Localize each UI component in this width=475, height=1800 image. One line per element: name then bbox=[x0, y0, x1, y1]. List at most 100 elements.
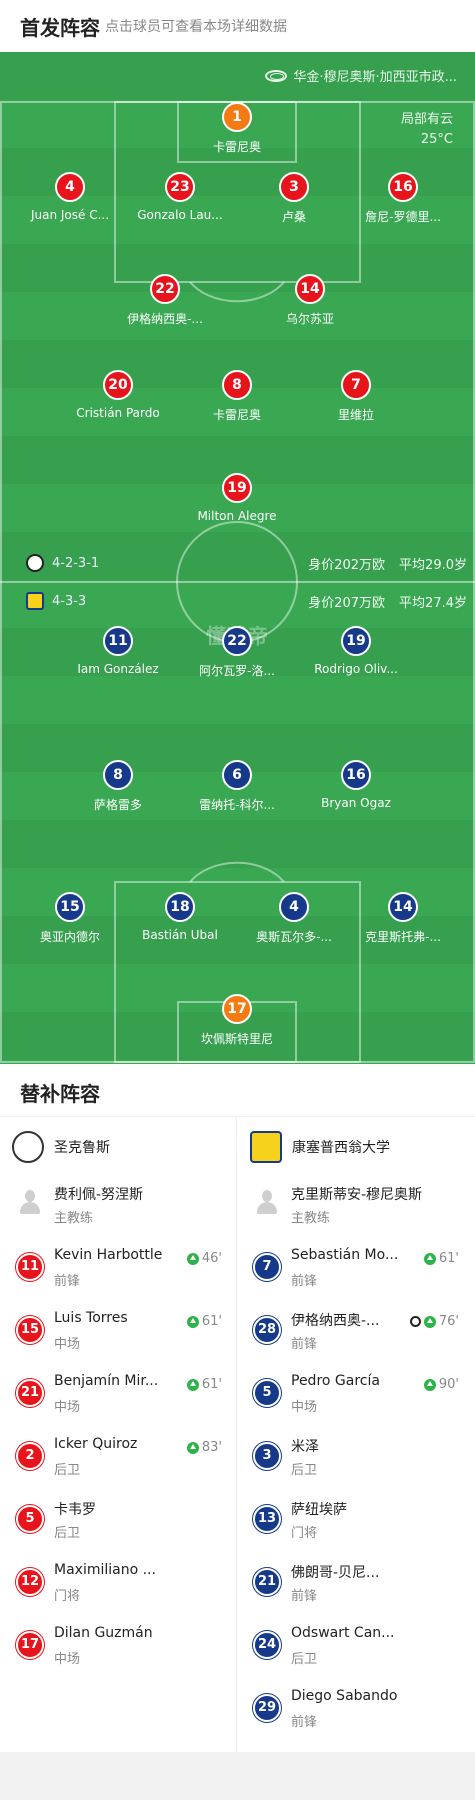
home-player[interactable]: 14 乌尔苏亚 bbox=[255, 274, 365, 327]
player-name: 雷纳托-科尔... bbox=[199, 798, 275, 812]
away-player[interactable]: 11 Iam González bbox=[63, 626, 173, 676]
home-player[interactable]: 20 Cristián Pardo bbox=[63, 370, 173, 420]
sub-player-position: 前锋 bbox=[291, 1274, 318, 1289]
home-player[interactable]: 4 Juan José C... bbox=[15, 172, 125, 222]
home-team-header[interactable]: 圣克鲁斯 bbox=[12, 1122, 110, 1172]
player-name: 奥亚内德尔 bbox=[39, 930, 100, 944]
sub-in-time: 46' bbox=[201, 1251, 222, 1266]
away-player[interactable]: 18 Bastián Ubal bbox=[125, 892, 235, 942]
home-avg-age: 平均29.0岁 bbox=[399, 558, 467, 573]
jersey-number: 16 bbox=[388, 172, 418, 202]
sub-player-position: 门将 bbox=[291, 1526, 318, 1541]
sub-player-name: Icker Quiroz bbox=[54, 1436, 138, 1452]
home-player[interactable]: 23 Gonzalo Lau... bbox=[125, 172, 235, 222]
home-crest-icon bbox=[26, 554, 44, 572]
sub-player-row[interactable]: 2 Icker Quiroz 后卫 83' bbox=[0, 1426, 236, 1488]
player-name: 詹尼-罗德里... bbox=[365, 210, 441, 224]
player-name: Juan José C... bbox=[30, 208, 110, 222]
jersey-number: 14 bbox=[295, 274, 325, 304]
weather: 局部有云 25°C bbox=[401, 110, 453, 150]
jersey-number: 14 bbox=[388, 892, 418, 922]
home-player[interactable]: 8 卡雷尼奥 bbox=[182, 370, 292, 423]
away-player[interactable]: 14 克里斯托弗-... bbox=[348, 892, 458, 945]
jersey-number: 7 bbox=[341, 370, 371, 400]
home-player[interactable]: 7 里维拉 bbox=[301, 370, 411, 423]
sub-player-row[interactable]: 5 卡韦罗 后卫 bbox=[0, 1489, 236, 1551]
away-team-header[interactable]: 康塞普西翁大学 bbox=[250, 1122, 390, 1172]
sub-player-row[interactable]: 15 Luis Torres 中场 61' bbox=[0, 1300, 236, 1362]
sub-player-position: 后卫 bbox=[291, 1652, 318, 1667]
away-crest-icon bbox=[26, 592, 44, 610]
home-value: 身价202万欧 bbox=[308, 558, 386, 573]
jersey-number: 4 bbox=[55, 172, 85, 202]
sub-player-name: 萨纽埃萨 bbox=[291, 1502, 347, 1518]
sub-player-row[interactable]: 11 Kevin Harbottle 前锋 46' bbox=[0, 1237, 236, 1299]
sub-player-row[interactable]: 29 Diego Sabando 前锋 bbox=[237, 1678, 473, 1740]
jersey-number: 29 bbox=[253, 1694, 281, 1722]
away-player[interactable]: 15 奥亚内德尔 bbox=[15, 892, 125, 945]
away-player[interactable]: 17 坎佩斯特里尼 bbox=[182, 994, 292, 1047]
home-coach-row[interactable]: 费利佩-努涅斯 主教练 bbox=[0, 1174, 236, 1236]
sub-player-name: Sebastián Mo... bbox=[291, 1247, 399, 1263]
home-player[interactable]: 16 詹尼-罗德里... bbox=[348, 172, 458, 225]
home-formation: 4-2-3-1 bbox=[26, 554, 99, 572]
sub-player-name: Benjamín Mir... bbox=[54, 1373, 159, 1389]
home-player[interactable]: 22 伊格纳西奥-... bbox=[110, 274, 220, 327]
home-player[interactable]: 19 Milton Alegre bbox=[182, 473, 292, 523]
jersey-number: 12 bbox=[16, 1568, 44, 1596]
away-player[interactable]: 16 Bryan Ogaz bbox=[301, 760, 411, 810]
sub-in-info: 46' bbox=[186, 1251, 222, 1266]
sub-player-row[interactable]: 13 萨纽埃萨门将 bbox=[237, 1489, 473, 1551]
home-player[interactable]: 1 卡雷尼奥 bbox=[182, 102, 292, 155]
sub-player-position: 中场 bbox=[291, 1400, 318, 1415]
sub-player-row[interactable]: 17 Dilan Guzmán 中场 bbox=[0, 1615, 236, 1677]
player-name: 坎佩斯特里尼 bbox=[200, 1032, 273, 1046]
jersey-number: 23 bbox=[165, 172, 195, 202]
sub-player-row[interactable]: 12 Maximiliano ... 门将 bbox=[0, 1552, 236, 1614]
sub-in-info: 61' bbox=[423, 1251, 459, 1266]
sub-player-row[interactable]: 21 佛朗哥-贝尼... 前锋 bbox=[237, 1552, 473, 1614]
away-player[interactable]: 6 雷纳托-科尔... bbox=[182, 760, 292, 813]
sub-player-name: Pedro García bbox=[291, 1373, 380, 1389]
player-name: 奥斯瓦尔多-... bbox=[256, 930, 332, 944]
sub-player-row[interactable]: 21 Benjamín Mir... 中场 61' bbox=[0, 1363, 236, 1425]
sub-in-info: 76' bbox=[409, 1314, 459, 1329]
home-coach-role: 主教练 bbox=[54, 1211, 94, 1226]
away-player[interactable]: 19 Rodrigo Oliv... bbox=[301, 626, 411, 676]
jersey-number: 5 bbox=[16, 1505, 44, 1533]
sub-player-row[interactable]: 3 米泽 后卫 bbox=[237, 1426, 473, 1488]
sub-in-info: 83' bbox=[186, 1440, 222, 1455]
sub-in-info: 61' bbox=[186, 1314, 222, 1329]
sub-player-position: 中场 bbox=[54, 1400, 81, 1415]
away-value: 身价207万欧 bbox=[308, 596, 386, 611]
home-player[interactable]: 3 卢桑 bbox=[239, 172, 349, 225]
sub-player-name: Odswart Can... bbox=[291, 1625, 395, 1641]
sub-player-row[interactable]: 28 伊格纳西奥-... 前锋 76' bbox=[237, 1300, 473, 1362]
player-name: 伊格纳西奥-... bbox=[127, 312, 203, 326]
sub-player-name: Dilan Guzmán bbox=[54, 1625, 153, 1641]
sub-in-arrow-icon bbox=[423, 1378, 436, 1391]
sub-in-info: 90' bbox=[423, 1377, 459, 1392]
sub-in-arrow-icon bbox=[186, 1252, 199, 1265]
sub-player-position: 前锋 bbox=[291, 1337, 318, 1352]
sub-in-time: 61' bbox=[201, 1314, 222, 1329]
sub-player-position: 后卫 bbox=[54, 1463, 81, 1478]
page-title: 首发阵容 bbox=[20, 16, 100, 40]
sub-player-row[interactable]: 7 Sebastián Mo... 前锋 61' bbox=[237, 1237, 473, 1299]
away-coach-row[interactable]: 克里斯蒂安-穆尼奥斯 主教练 bbox=[237, 1174, 473, 1236]
player-name: Bastián Ubal bbox=[142, 928, 218, 942]
away-team-meta: 身价207万欧 平均27.4岁 bbox=[294, 592, 467, 611]
away-player[interactable]: 22 阿尔瓦罗-洛... bbox=[182, 626, 292, 679]
jersey-number: 13 bbox=[253, 1505, 281, 1533]
away-player[interactable]: 4 奥斯瓦尔多-... bbox=[239, 892, 349, 945]
player-name: 阿尔瓦罗-洛... bbox=[199, 664, 275, 678]
sub-player-row[interactable]: 24 Odswart Can... 后卫 bbox=[237, 1615, 473, 1677]
venue-name: 华金·穆尼奥斯·加西亚市政... bbox=[293, 70, 457, 85]
sub-player-name: 佛朗哥-贝尼... bbox=[291, 1565, 380, 1581]
sub-player-name: 米泽 bbox=[291, 1439, 319, 1455]
jersey-number: 5 bbox=[253, 1379, 281, 1407]
jersey-number: 3 bbox=[279, 172, 309, 202]
jersey-number: 21 bbox=[253, 1568, 281, 1596]
sub-player-row[interactable]: 5 Pedro García 中场 90' bbox=[237, 1363, 473, 1425]
away-player[interactable]: 8 萨格雷多 bbox=[63, 760, 173, 813]
